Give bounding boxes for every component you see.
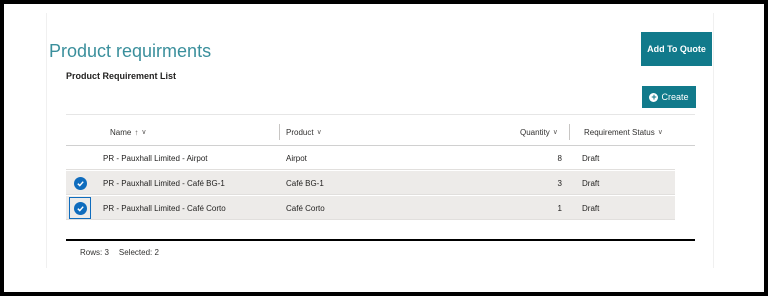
column-header-quantity-label: Quantity: [520, 127, 550, 137]
checkmark-circle-icon: [73, 176, 87, 190]
cell-status: Draft: [582, 203, 600, 213]
cell-product[interactable]: Café Corto: [286, 196, 325, 220]
column-header-name[interactable]: Name ↑ ∨: [110, 121, 146, 143]
create-button-label: Create: [661, 92, 689, 102]
table-row[interactable]: PR - Pauxhall Limited - Café BG-1 Café B…: [66, 171, 675, 195]
chevron-down-icon: ∨: [552, 129, 558, 136]
row-select-checkbox[interactable]: [69, 197, 91, 219]
chevron-down-icon: ∨: [657, 129, 663, 136]
column-header-quantity[interactable]: Quantity ∨: [520, 121, 558, 143]
create-button[interactable]: + Create: [642, 86, 696, 108]
table-row[interactable]: PR - Pauxhall Limited - Café Corto Café …: [66, 196, 675, 220]
cell-name[interactable]: PR - Pauxhall Limited - Café Corto: [103, 196, 226, 220]
column-header-product[interactable]: Product ∨: [286, 121, 322, 143]
section-title: Product requirments: [49, 41, 212, 61]
cell-status: Draft: [582, 178, 600, 188]
row-select-checkbox[interactable]: [69, 172, 91, 194]
list-subtitle: Product Requirement List: [66, 71, 177, 81]
cell-product[interactable]: Café BG-1: [286, 171, 324, 195]
cell-status: Draft: [582, 153, 600, 163]
rows-count: Rows: 3: [80, 248, 109, 257]
grid-top-divider: [66, 114, 695, 115]
column-separator[interactable]: [569, 124, 570, 140]
cell-quantity: 8: [557, 153, 562, 163]
selected-count: Selected: 2: [118, 248, 159, 257]
column-header-status[interactable]: Requirement Status ∨: [584, 121, 663, 143]
chevron-down-icon: ∨: [316, 129, 322, 136]
checkmark-circle-icon: [73, 201, 87, 215]
cell-quantity: 3: [557, 178, 562, 188]
grid-header: Name ↑ ∨ Product ∨ Quantity ∨ Requiremen…: [66, 121, 695, 143]
cell-name[interactable]: PR - Pauxhall Limited - Café BG-1: [103, 171, 225, 195]
plus-circle-icon: +: [649, 91, 659, 102]
chevron-down-icon: ∨: [141, 129, 147, 136]
sort-ascending-icon: ↑: [134, 127, 139, 137]
column-header-product-label: Product: [286, 127, 314, 137]
add-to-quote-button[interactable]: Add To Quote: [641, 32, 712, 66]
grid-footer-divider: [66, 239, 695, 241]
column-separator[interactable]: [279, 124, 280, 140]
column-header-name-label: Name: [110, 127, 132, 137]
cell-quantity: 1: [557, 203, 562, 213]
grid-footer: Rows: 3 Selected: 2: [80, 248, 159, 257]
column-header-status-label: Requirement Status: [584, 127, 655, 137]
cell-product[interactable]: Airpot: [286, 146, 307, 170]
cell-name[interactable]: PR - Pauxhall Limited - Airpot: [103, 146, 208, 170]
table-row[interactable]: PR - Pauxhall Limited - Airpot Airpot 8 …: [66, 146, 675, 170]
